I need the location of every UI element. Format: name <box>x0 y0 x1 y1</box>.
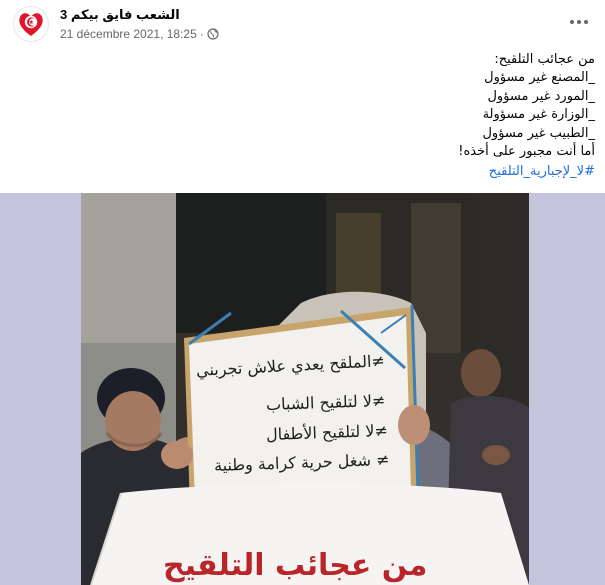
post-text-line: أما أنت مجبور على أخذه! <box>458 144 595 160</box>
post-text-line: _الوزارة غير مسؤولة <box>482 107 595 123</box>
banner-text: من عجائب التلقيح <box>163 548 428 583</box>
globe-icon[interactable] <box>207 28 219 40</box>
post-text-line: _الطبيب غير مسؤول <box>482 125 595 141</box>
hashtag-link[interactable]: #لا_لإجبارية_التلقيح <box>489 164 595 179</box>
post-text-line: _المورد غير مسؤول <box>487 88 595 104</box>
facebook-post: الشعب فايق بيكم 3 21 décembre 2021, 18:2… <box>0 0 605 585</box>
post-text-line: _المصنع غير مسؤول <box>484 70 595 86</box>
photo-scene <box>81 193 529 585</box>
post-meta: 21 décembre 2021, 18:25 · <box>60 27 219 41</box>
meta-separator: · <box>199 27 204 41</box>
page-name[interactable]: الشعب فايق بيكم 3 <box>60 7 180 23</box>
more-options-icon[interactable] <box>567 10 591 34</box>
protest-photo[interactable]: ≠الملقح يعدي علاش تجربني ≠لا لتلقيح الشب… <box>81 193 529 585</box>
post-media[interactable]: ≠الملقح يعدي علاش تجربني ≠لا لتلقيح الشب… <box>0 193 605 585</box>
post-timestamp[interactable]: 21 décembre 2021, 18:25 <box>60 27 197 41</box>
page-avatar[interactable] <box>13 6 49 42</box>
tunisia-heart-logo-icon <box>19 13 43 36</box>
post-text-line: من عجائب التلقيح: <box>494 52 595 67</box>
post-text: من عجائب التلقيح: _المصنع غير مسؤول _الم… <box>35 51 595 161</box>
